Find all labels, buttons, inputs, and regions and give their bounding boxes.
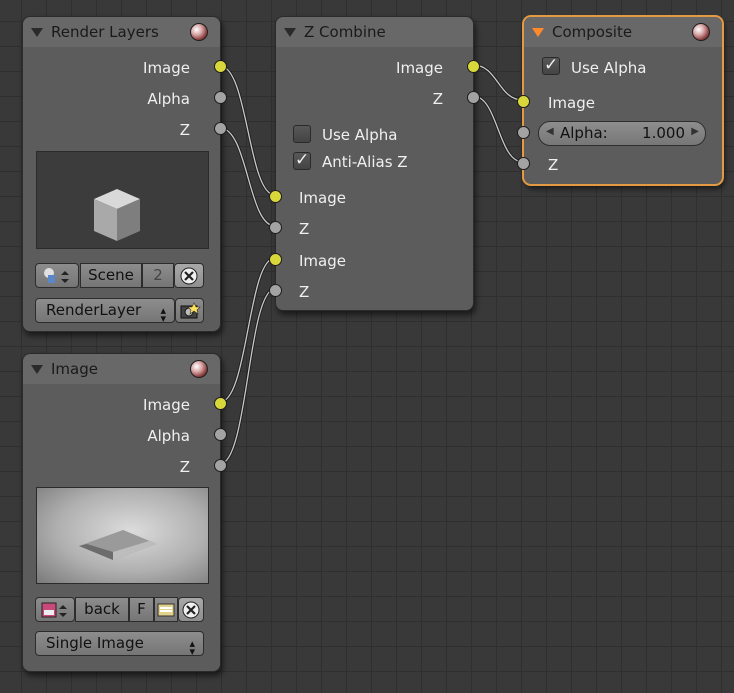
chevron-updown-icon-b: ▾: [160, 312, 166, 325]
output-socket-image[interactable]: [467, 60, 480, 73]
node-header[interactable]: Z Combine: [276, 17, 473, 47]
node-title: Z Combine: [304, 23, 386, 41]
input-label-z-2: Z: [299, 283, 310, 301]
image-datablock-browse[interactable]: [35, 597, 75, 622]
input-socket-image-2[interactable]: [269, 253, 282, 266]
input-socket-image-1[interactable]: [269, 190, 282, 203]
chevron-left-icon: ◀: [546, 126, 554, 137]
sphere-preview-icon[interactable]: [190, 23, 208, 41]
alpha-value: 1.000: [642, 124, 685, 142]
node-title: Render Layers: [51, 23, 159, 41]
output-socket-image[interactable]: [214, 60, 227, 73]
input-label-z: Z: [548, 156, 559, 174]
input-label-image-2: Image: [299, 252, 346, 270]
render-preview: [36, 151, 209, 249]
render-layer-select[interactable]: RenderLayer ▴ ▾: [35, 298, 175, 325]
input-socket-z[interactable]: [517, 157, 530, 170]
chevron-down-icon: ▾: [189, 645, 195, 658]
output-label-image: Image: [143, 59, 190, 77]
link-render-z-to-zcombine: [219, 127, 276, 227]
node-header[interactable]: Image: [23, 354, 220, 384]
output-label-alpha: Alpha: [147, 427, 190, 445]
node-title: Composite: [552, 23, 633, 41]
checkmark-icon: ✓: [544, 55, 559, 75]
input-socket-alpha[interactable]: [517, 126, 530, 139]
input-socket-image[interactable]: [517, 95, 530, 108]
node-header[interactable]: Render Layers: [23, 17, 220, 47]
output-socket-z[interactable]: [214, 459, 227, 472]
image-node[interactable]: Image Image Alpha Z back F Single Image …: [22, 353, 227, 672]
link-zcombine-image-to-composite: [472, 64, 524, 101]
use-alpha-checkbox[interactable]: ✓: [542, 55, 560, 75]
output-socket-z[interactable]: [214, 122, 227, 135]
output-socket-alpha[interactable]: [214, 91, 227, 104]
triangle-down-icon[interactable]: [31, 28, 43, 37]
input-socket-z-2[interactable]: [269, 284, 282, 297]
anti-alias-label: Anti-Alias Z: [322, 153, 408, 171]
node-title: Image: [51, 360, 98, 378]
link-zcombine-z-to-composite: [472, 95, 524, 163]
input-label-z-1: Z: [299, 220, 310, 238]
folder-icon[interactable]: [154, 597, 178, 622]
fake-user-toggle[interactable]: F: [129, 597, 154, 622]
image-name-field[interactable]: back: [75, 597, 129, 622]
output-label-image: Image: [143, 396, 190, 414]
anti-alias-checkbox[interactable]: ✓: [293, 150, 311, 170]
output-label-z: Z: [432, 90, 443, 108]
scene-name-field[interactable]: Scene: [80, 263, 142, 288]
render-layers-node[interactable]: Render Layers Image Alpha Z Scene 2 Rend…: [22, 16, 227, 332]
output-socket-image[interactable]: [214, 397, 227, 410]
scene-users-count[interactable]: 2: [142, 263, 174, 288]
triangle-down-icon[interactable]: [532, 28, 544, 37]
output-label-z: Z: [179, 458, 190, 476]
camera-icon[interactable]: [175, 298, 204, 323]
z-combine-node[interactable]: Z Combine Image Z Use Alpha ✓ Anti-Alias…: [269, 16, 480, 311]
chevron-right-icon: ▶: [691, 126, 699, 137]
input-label-image-1: Image: [299, 189, 346, 207]
cube-preview-image: [94, 189, 140, 241]
use-alpha-label: Use Alpha: [571, 59, 647, 77]
use-alpha-label: Use Alpha: [322, 126, 398, 144]
input-label-image: Image: [548, 94, 595, 112]
node-header[interactable]: Composite: [524, 17, 722, 47]
close-icon[interactable]: [178, 597, 204, 622]
sphere-preview-icon[interactable]: [692, 23, 710, 41]
link-image-z-to-zcombine: [219, 288, 276, 465]
image-preview: [36, 487, 209, 584]
alpha-label: Alpha:: [560, 124, 608, 142]
render-layer-value: RenderLayer: [46, 301, 142, 319]
image-source-value: Single Image: [46, 634, 144, 652]
triangle-down-icon[interactable]: [284, 28, 296, 37]
alpha-slider[interactable]: ◀ Alpha: 1.000 ▶: [538, 121, 706, 146]
composite-node[interactable]: Composite ✓ Use Alpha Image ◀ Alpha: 1.0…: [517, 16, 723, 185]
input-socket-z-1[interactable]: [269, 221, 282, 234]
plane-hole-preview-image: [79, 530, 157, 560]
triangle-down-icon[interactable]: [31, 365, 43, 374]
checkmark-icon: ✓: [295, 150, 310, 170]
use-alpha-checkbox[interactable]: [293, 125, 311, 143]
output-socket-alpha[interactable]: [214, 428, 227, 441]
sphere-preview-icon[interactable]: [190, 360, 208, 378]
output-label-z: Z: [179, 121, 190, 139]
close-icon[interactable]: [174, 263, 204, 288]
output-socket-z[interactable]: [467, 91, 480, 104]
image-browse-icon: [41, 602, 67, 618]
output-label-image: Image: [396, 59, 443, 77]
output-label-alpha: Alpha: [147, 90, 190, 108]
scene-browse-icon: [44, 268, 69, 283]
image-source-select[interactable]: Single Image ▴ ▾: [35, 631, 204, 658]
scene-datablock-browse[interactable]: [35, 263, 79, 288]
